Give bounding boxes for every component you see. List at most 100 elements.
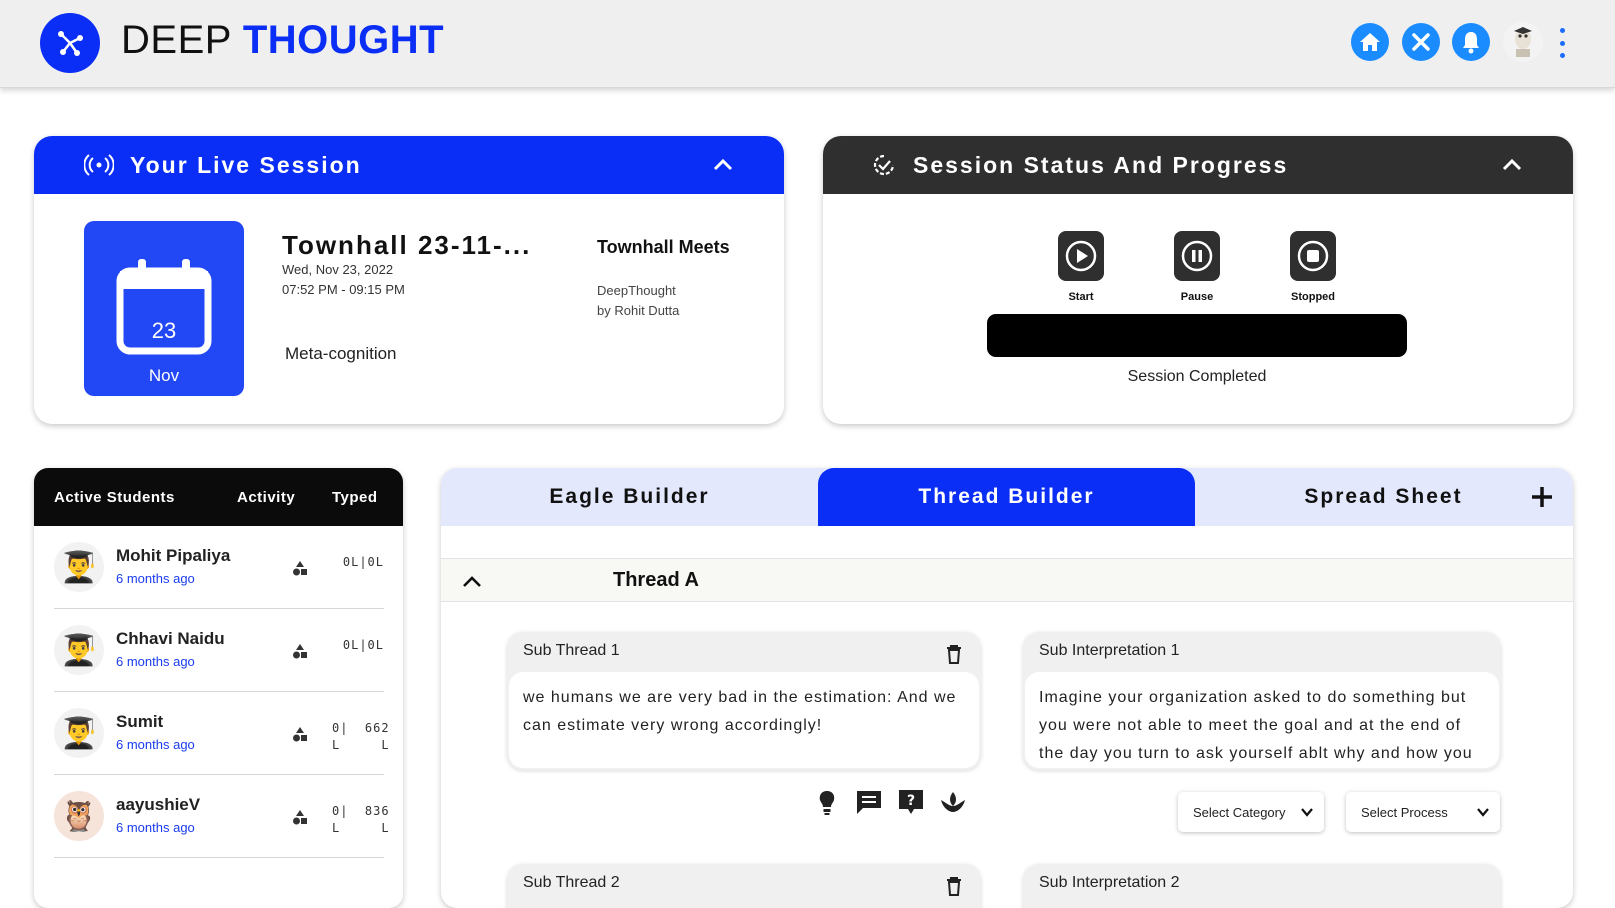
lightbulb-icon[interactable] [813, 788, 841, 816]
student-row[interactable]: 👨‍🎓 Sumit 6 months ago 0| 662 L L [54, 692, 390, 775]
student-row[interactable]: 👨‍🎓 Chhavi Naidu 6 months ago 0L|0L [54, 609, 384, 692]
stop-button[interactable] [1290, 231, 1336, 281]
thread-title: Thread A [613, 569, 699, 591]
student-time: 6 months ago [116, 571, 195, 586]
pause-label: Pause [1180, 291, 1214, 303]
student-time: 6 months ago [116, 820, 195, 835]
progress-check-icon [873, 154, 895, 176]
progress-text: Session Completed [1127, 368, 1267, 385]
student-typed: 0L|0L [342, 555, 384, 569]
shapes-icon[interactable] [292, 726, 308, 742]
builder-tabs: Eagle Builder Thread Builder Spread Shee… [441, 468, 1573, 526]
org-by: by Rohit Dutta [597, 303, 680, 318]
tab-thread-builder[interactable]: Thread Builder [818, 468, 1195, 526]
org-details: DeepThought by Rohit Dutta [597, 281, 679, 321]
col-active-students[interactable]: Active Students [54, 489, 175, 506]
pause-icon [1181, 240, 1213, 272]
student-typed: 0| 836 L L [332, 804, 390, 835]
select-category-dropdown[interactable]: Select Category [1178, 792, 1324, 832]
student-row[interactable]: 👨‍🎓 Mohit Pipaliya 6 months ago 0L|0L [54, 526, 384, 609]
calendar-tile: 23 Nov [84, 221, 244, 396]
shapes-icon[interactable] [292, 560, 308, 576]
tools-icon[interactable] [1402, 23, 1440, 61]
avatar[interactable] [1503, 22, 1543, 62]
start-label: Start [1068, 291, 1094, 303]
student-name: Chhavi Naidu [116, 629, 225, 648]
pause-button[interactable] [1174, 231, 1220, 281]
student-avatar: 👨‍🎓 [54, 625, 104, 675]
chevron-down-icon [1477, 808, 1489, 817]
sub-thread-panel: Sub Thread 1 we humans we are very bad i… [507, 632, 981, 770]
session-status-header[interactable]: Session Status And Progress [823, 136, 1573, 194]
start-button[interactable] [1058, 231, 1104, 281]
sub-interpretation-panel: Sub Interpretation 1 Imagine your organi… [1023, 632, 1501, 770]
chevron-up-icon[interactable] [710, 152, 736, 178]
add-tab-icon[interactable] [1529, 484, 1555, 510]
more-vert-icon[interactable] [1555, 28, 1569, 58]
org-name: DeepThought [597, 283, 676, 298]
student-name: Mohit Pipaliya [116, 546, 231, 565]
session-date: Wed, Nov 23, 2022 [282, 262, 394, 277]
chevron-up-icon[interactable] [461, 571, 483, 593]
question-icon[interactable]: ? [897, 788, 925, 816]
top-bar: DEEP THOUGHT [0, 0, 1615, 88]
col-typed[interactable]: Typed [332, 489, 378, 506]
lotus-icon[interactable] [939, 788, 967, 816]
session-status-title: Session Status And Progress [913, 151, 1289, 178]
chevron-down-icon [1301, 808, 1313, 817]
student-avatar: 👨‍🎓 [54, 708, 104, 758]
brand-name: DEEP THOUGHT [121, 18, 444, 63]
sub-thread-label: Sub Thread 1 [523, 642, 620, 659]
brand-part1: DEEP [121, 18, 232, 62]
sub-thread-text[interactable]: we humans we are very bad in the estimat… [509, 672, 979, 768]
trash-icon[interactable] [945, 876, 963, 896]
active-students-card: Active Students Activity Typed 👨‍🎓 Mohit… [34, 468, 403, 908]
sub-interpretation-panel: Sub Interpretation 2 [1023, 864, 1501, 908]
student-avatar: 👨‍🎓 [54, 542, 104, 592]
student-avatar: 🦉 [54, 791, 104, 841]
session-status-card: Session Status And Progress Start Pause … [823, 136, 1573, 424]
col-activity[interactable]: Activity [237, 489, 295, 506]
svg-text:?: ? [907, 793, 915, 809]
sub-interpretation-label: Sub Interpretation 2 [1039, 874, 1180, 891]
home-icon[interactable] [1351, 23, 1389, 61]
trash-icon[interactable] [945, 644, 963, 664]
session-progress-bar [987, 314, 1407, 357]
select-category-value: Select Category [1193, 804, 1286, 820]
session-title[interactable]: Townhall 23-11-... [282, 230, 531, 261]
select-process-value: Select Process [1361, 804, 1448, 820]
bell-icon[interactable] [1452, 23, 1490, 61]
session-time: 07:52 PM - 09:15 PM [282, 282, 405, 297]
live-session-card: Your Live Session 23 Nov Townhall 23-11-… [34, 136, 784, 424]
sub-interpretation-label: Sub Interpretation 1 [1039, 642, 1180, 659]
play-icon [1065, 240, 1097, 272]
select-process-dropdown[interactable]: Select Process [1346, 792, 1500, 832]
tab-eagle-builder[interactable]: Eagle Builder [441, 468, 818, 526]
student-name: aayushieV [116, 795, 201, 814]
comment-icon[interactable] [855, 788, 883, 816]
calendar-month: Nov [148, 366, 180, 385]
student-name: Sumit [116, 712, 164, 731]
brand-part2: THOUGHT [242, 18, 445, 62]
students-table-header: Active Students Activity Typed [34, 468, 403, 526]
thread-header[interactable]: Thread A [441, 558, 1573, 602]
student-time: 6 months ago [116, 654, 195, 669]
live-session-title: Your Live Session [130, 151, 362, 178]
calendar-icon [116, 259, 212, 355]
network-icon [58, 31, 83, 56]
org-title: Townhall Meets [597, 237, 730, 257]
chevron-up-icon[interactable] [1499, 152, 1525, 178]
student-typed: 0| 662 L L [332, 721, 390, 752]
sub-interpretation-text[interactable]: Imagine your organization asked to do so… [1025, 672, 1499, 768]
live-session-header[interactable]: Your Live Session [34, 136, 784, 194]
builder-card: Eagle Builder Thread Builder Spread Shee… [441, 468, 1573, 908]
sub-thread-panel: Sub Thread 2 [507, 864, 981, 908]
shapes-icon[interactable] [292, 809, 308, 825]
sub-thread-label: Sub Thread 2 [523, 874, 620, 891]
shapes-icon[interactable] [292, 643, 308, 659]
student-row[interactable]: 🦉 aayushieV 6 months ago 0| 836 L L [54, 775, 390, 858]
app-logo[interactable] [40, 13, 100, 73]
student-typed: 0L|0L [342, 638, 384, 652]
stop-icon [1297, 240, 1329, 272]
tab-spread-sheet[interactable]: Spread Sheet [1195, 468, 1572, 526]
